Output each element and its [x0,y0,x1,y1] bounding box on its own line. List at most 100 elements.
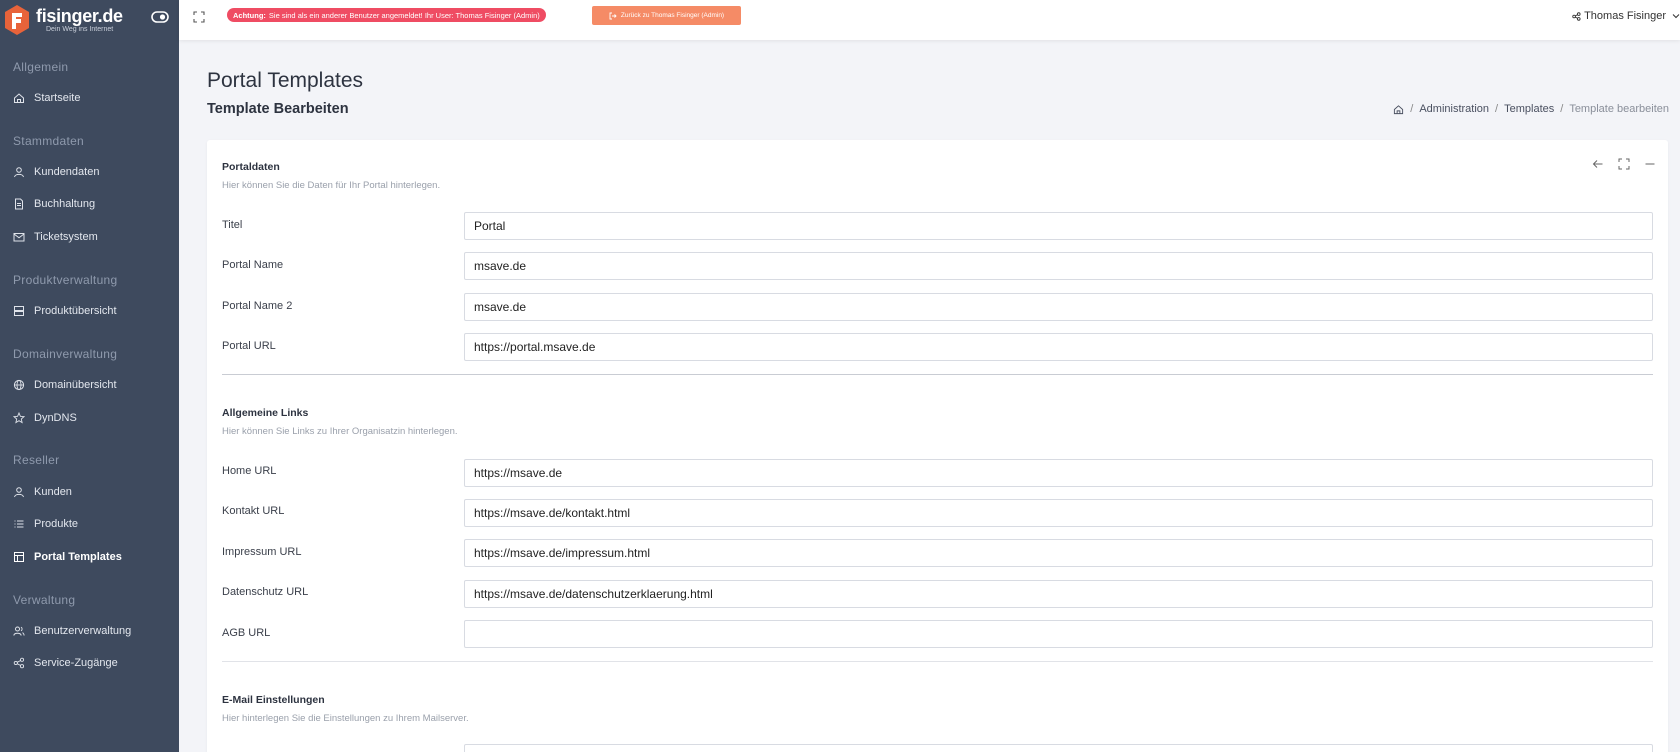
sidebar-item-label: Kunden [34,486,72,498]
brand-name: fisinger.de [36,5,123,26]
breadcrumb-current: Template bearbeiten [1569,103,1669,115]
sidebar-item-domainuebersicht[interactable]: Domainübersicht [0,373,179,397]
sidebar-item-ticketsystem[interactable]: Ticketsystem [0,225,179,249]
sidebar-item-startseite[interactable]: Startseite [0,86,179,110]
minimize-icon[interactable] [1644,158,1656,170]
user-menu[interactable]: Thomas Fisinger [1572,10,1680,22]
chevron-down-icon [1672,14,1680,19]
expand-icon[interactable] [1618,158,1630,170]
document-icon [15,198,23,210]
section-divider [222,661,1653,662]
user-icon [14,167,24,178]
breadcrumb-separator: / [1495,103,1499,115]
brand-tagline: Dein Weg ins Internet [46,25,114,33]
field-label-impressum-url: Impressum URL [222,546,302,558]
sidebar-item-label: Buchhaltung [34,198,96,210]
field-label-kontakt-url: Kontakt URL [222,505,285,517]
page-title: Portal Templates [207,69,364,92]
mail-setting-input[interactable] [464,744,1653,752]
section-desc-portaldaten: Hier können Sie die Daten für Ihr Portal… [222,180,441,191]
sidebar-item-dyndns[interactable]: DynDNS [0,406,179,430]
star-icon [13,412,25,424]
arrow-left-icon[interactable] [1592,158,1604,170]
portal-name-2-input[interactable] [464,293,1653,321]
field-label-portal-name-2: Portal Name 2 [222,300,293,312]
sidebar-item-benutzerverwaltung[interactable]: Benutzerverwaltung [0,619,179,643]
sidebar-item-label: Benutzerverwaltung [34,625,132,637]
field-label-home-url: Home URL [222,465,277,477]
globe-icon [13,379,25,391]
portal-url-input[interactable] [464,333,1653,361]
impressum-url-input[interactable] [464,539,1653,567]
sidebar-item-label: Produktübersicht [34,305,117,317]
sidebar-item-label: Service-Zugänge [34,657,118,669]
sidebar-item-kundendaten[interactable]: Kundendaten [0,160,179,184]
logo-icon [5,5,29,35]
section-title-email-einstellungen: E-Mail Einstellungen [222,694,325,706]
back-button-label: Zurück zu Thomas Fisinger (Admin) [620,12,725,19]
portal-name-input[interactable] [464,252,1653,280]
sidebar-item-produkte[interactable]: Produkte [0,512,179,536]
sidebar-item-portal-templates[interactable]: Portal Templates [0,545,179,569]
breadcrumb: / Administration / Templates / Template … [1393,103,1669,115]
sidebar-item-label: Produkte [34,518,79,530]
alert-strong: Achtung: [233,10,266,20]
section-desc-allgemeine-links: Hier können Sie Links zu Ihrer Organisat… [222,426,458,437]
breadcrumb-separator: / [1560,103,1564,115]
field-label-titel: Titel [222,219,243,231]
section-verwaltung: Verwaltung [13,593,76,607]
user-icon [14,487,24,498]
back-to-user-button[interactable]: Zurück zu Thomas Fisinger (Admin) [592,6,741,25]
sidebar-item-label: DynDNS [34,412,77,424]
share-icon [1572,11,1581,21]
fullscreen-icon[interactable] [193,11,205,23]
logout-icon [609,12,617,19]
datenschutz-url-input[interactable] [464,580,1653,608]
section-reseller: Reseller [13,453,60,467]
section-title-allgemeine-links: Allgemeine Links [222,407,309,419]
card-tools [1592,158,1656,170]
share-icon [13,657,25,669]
server-icon [14,306,24,316]
sidebar-item-label: Portal Templates [34,551,122,563]
home-icon [14,93,24,103]
breadcrumb-separator: / [1410,103,1414,115]
section-produktverwaltung: Produktverwaltung [13,273,118,287]
breadcrumb-administration[interactable]: Administration [1419,103,1489,115]
sidebar: fisinger.de Dein Weg ins Internet Allgem… [0,0,179,752]
sidebar-item-label: Startseite [34,92,81,104]
field-label-agb-url: AGB URL [222,627,271,639]
page-subtitle: Template Bearbeiten [207,101,349,117]
kontakt-url-input[interactable] [464,499,1653,527]
mail-icon [13,233,25,242]
users-icon [13,626,25,636]
section-divider [222,374,1653,375]
alert-text: Sie sind als ein anderer Benutzer angeme… [268,10,540,20]
field-label-portal-url: Portal URL [222,340,276,352]
agb-url-input[interactable] [464,620,1653,648]
impersonation-alert: Achtung: Sie sind als ein anderer Benutz… [227,8,546,22]
sidebar-item-label: Ticketsystem [34,231,98,243]
section-desc-email-einstellungen: Hier hinterlegen Sie die Einstellungen z… [222,713,469,724]
home-icon[interactable] [1393,104,1404,115]
topbar: Achtung: Sie sind als ein anderer Benutz… [179,0,1680,40]
sidebar-item-service-zugaenge[interactable]: Service-Zugänge [0,651,179,675]
sidebar-item-label: Domainübersicht [34,379,117,391]
user-name: Thomas Fisinger [1584,10,1666,22]
section-domainverwaltung: Domainverwaltung [13,347,118,361]
layout-icon [14,552,24,562]
section-title-portaldaten: Portaldaten [222,161,280,173]
sidebar-item-buchhaltung[interactable]: Buchhaltung [0,192,179,216]
sidebar-item-kunden[interactable]: Kunden [0,480,179,504]
field-label-portal-name: Portal Name [222,259,284,271]
sidebar-toggle-icon[interactable] [151,10,169,24]
field-label-datenschutz-url: Datenschutz URL [222,586,309,598]
list-icon [14,520,24,528]
sidebar-item-produktuebersicht[interactable]: Produktübersicht [0,299,179,323]
titel-input[interactable] [464,212,1653,240]
home-url-input[interactable] [464,459,1653,487]
section-allgemein: Allgemein [13,60,69,74]
template-form-card: Portaldaten Hier können Sie die Daten fü… [207,140,1668,752]
breadcrumb-templates[interactable]: Templates [1504,103,1554,115]
sidebar-item-label: Kundendaten [34,166,100,178]
